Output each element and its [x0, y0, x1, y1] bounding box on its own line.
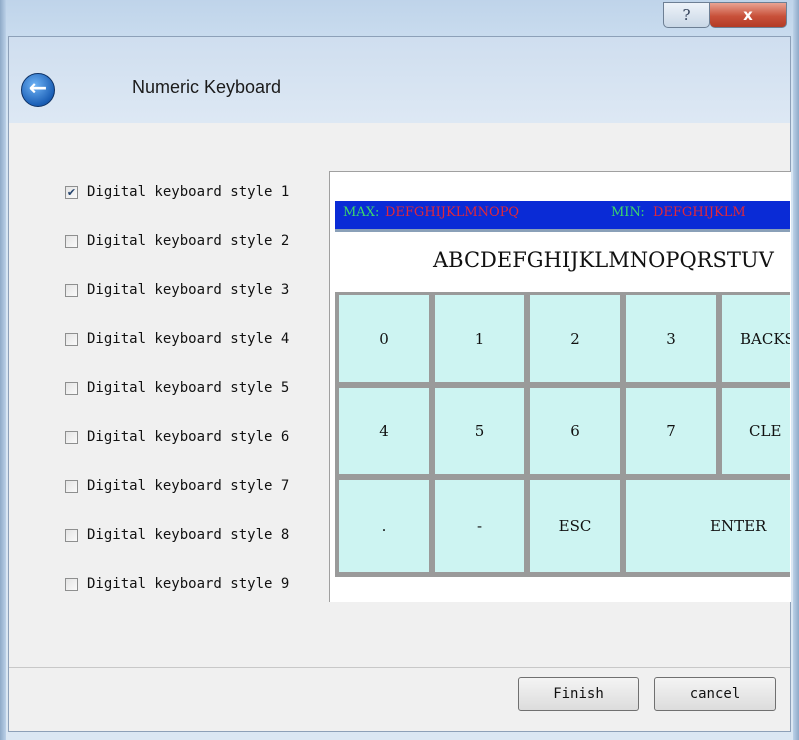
- option-label: Digital keyboard style 4: [87, 331, 290, 347]
- option-label: Digital keyboard style 6: [87, 429, 290, 445]
- close-button[interactable]: x: [710, 2, 787, 28]
- checkbox[interactable]: [65, 479, 78, 493]
- option-label: Digital keyboard style 9: [87, 576, 290, 592]
- footer-divider: [9, 667, 790, 668]
- keyboard-display: ABCDEFGHIJKLMNOPQRSTUV: [335, 232, 790, 292]
- key-6[interactable]: 6: [530, 388, 620, 474]
- finish-button[interactable]: Finish: [518, 677, 639, 711]
- checkbox[interactable]: [65, 283, 78, 297]
- close-icon: x: [743, 6, 753, 24]
- checkbox[interactable]: [65, 381, 78, 395]
- key-backspace[interactable]: BACKSP: [722, 295, 790, 382]
- checkbox[interactable]: [65, 430, 78, 444]
- checkbox[interactable]: [65, 528, 78, 542]
- key-esc[interactable]: ESC: [530, 480, 620, 572]
- key-4[interactable]: 4: [339, 388, 429, 474]
- style-option-5[interactable]: Digital keyboard style 5: [65, 377, 289, 399]
- key-1[interactable]: 1: [435, 295, 524, 382]
- keyboard-range-bar: MAX: DEFGHIJKLMNOPQ MIN: DEFGHIJKLM: [335, 201, 790, 232]
- checkbox[interactable]: ✔: [65, 185, 78, 199]
- key-enter[interactable]: ENTER: [626, 480, 790, 572]
- option-label: Digital keyboard style 8: [87, 527, 290, 543]
- window-frame-right: [793, 0, 799, 740]
- key-3[interactable]: 3: [626, 295, 716, 382]
- page-title: Numeric Keyboard: [132, 77, 282, 97]
- cancel-button[interactable]: cancel: [654, 677, 776, 711]
- key-minus[interactable]: -: [435, 480, 524, 572]
- help-button[interactable]: ?: [663, 2, 710, 28]
- check-icon: ✔: [66, 185, 77, 199]
- option-label: Digital keyboard style 1: [87, 184, 290, 200]
- display-text: ABCDEFGHIJKLMNOPQRSTUV: [433, 248, 774, 272]
- option-label: Digital keyboard style 5: [87, 380, 290, 396]
- style-option-9[interactable]: Digital keyboard style 9: [65, 573, 289, 595]
- style-option-1[interactable]: ✔ Digital keyboard style 1: [65, 181, 289, 203]
- numeric-keyboard-preview: MAX: DEFGHIJKLMNOPQ MIN: DEFGHIJKLM ABCD…: [335, 201, 790, 577]
- option-label: Digital keyboard style 7: [87, 478, 290, 494]
- client-area: ← Numeric Keyboard ✔ Digital keyboard st…: [8, 36, 791, 732]
- style-option-7[interactable]: Digital keyboard style 7: [65, 475, 289, 497]
- style-option-4[interactable]: Digital keyboard style 4: [65, 328, 289, 350]
- key-clear[interactable]: CLE: [722, 388, 790, 474]
- key-2[interactable]: 2: [530, 295, 620, 382]
- back-button[interactable]: ←: [21, 73, 55, 107]
- max-value: DEFGHIJKLMNOPQ: [385, 205, 520, 220]
- max-label: MAX:: [343, 205, 380, 220]
- option-label: Digital keyboard style 3: [87, 282, 290, 298]
- min-value: DEFGHIJKLM: [653, 205, 746, 220]
- checkbox[interactable]: [65, 577, 78, 591]
- back-arrow-icon: ←: [28, 76, 48, 101]
- key-5[interactable]: 5: [435, 388, 524, 474]
- style-option-2[interactable]: Digital keyboard style 2: [65, 230, 289, 252]
- key-dot[interactable]: .: [339, 480, 429, 572]
- window-frame-left: [0, 0, 6, 740]
- checkbox[interactable]: [65, 332, 78, 346]
- style-option-3[interactable]: Digital keyboard style 3: [65, 279, 289, 301]
- checkbox[interactable]: [65, 234, 78, 248]
- style-option-8[interactable]: Digital keyboard style 8: [65, 524, 289, 546]
- dialog-window: ? x ← Numeric Keyboard ✔ Digital keyboar…: [0, 0, 799, 740]
- help-icon: ?: [682, 6, 691, 24]
- option-label: Digital keyboard style 2: [87, 233, 290, 249]
- style-option-6[interactable]: Digital keyboard style 6: [65, 426, 289, 448]
- key-0[interactable]: 0: [339, 295, 429, 382]
- dialog-header: ← Numeric Keyboard: [9, 37, 790, 123]
- min-label: MIN:: [611, 205, 645, 220]
- key-7[interactable]: 7: [626, 388, 716, 474]
